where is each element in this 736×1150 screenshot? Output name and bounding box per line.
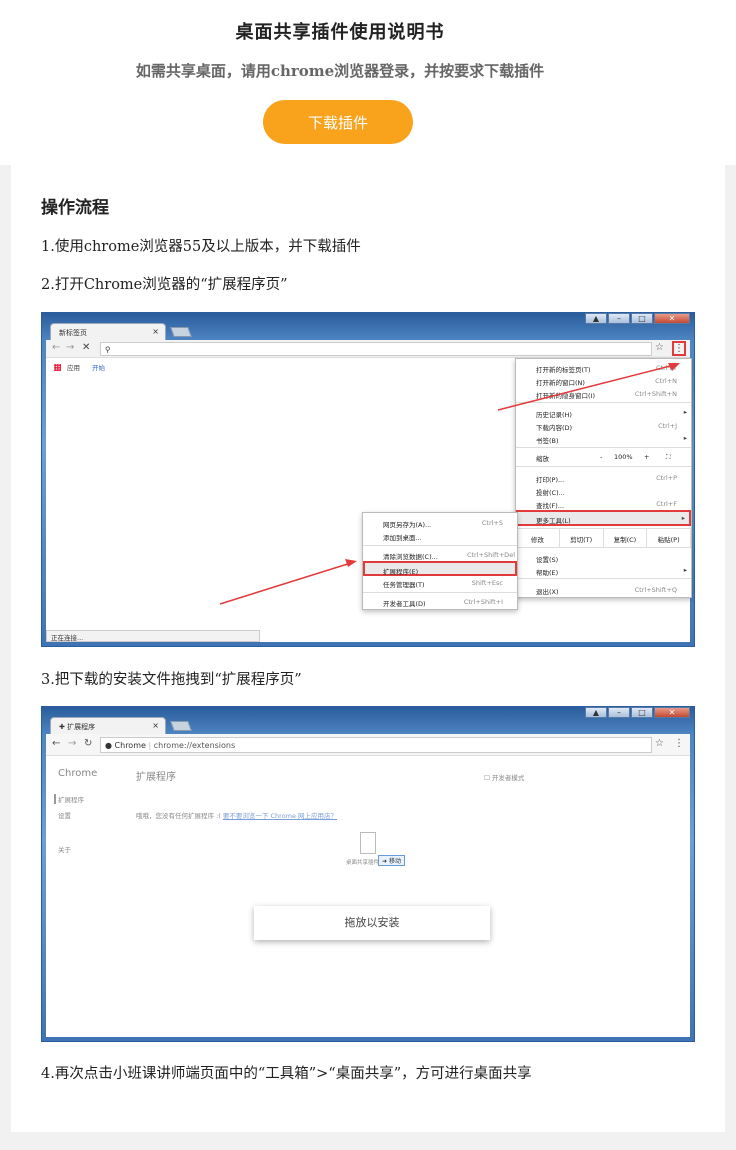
window-close-icon: ✕ bbox=[654, 313, 690, 324]
window-minimize-icon: – bbox=[608, 707, 630, 718]
arrow-head-menu bbox=[668, 363, 680, 371]
window-user-icon: ▲ bbox=[585, 313, 607, 324]
browser-tab-2: ✚ 扩展程序 × bbox=[50, 717, 166, 735]
dev-mode-toggle: ☐ 开发者模式 bbox=[484, 774, 525, 782]
ext-sidebar-title: Chrome bbox=[58, 768, 98, 779]
menu-kebab-icon: ⋮ bbox=[674, 738, 684, 749]
screenshot-extensions-menu: ▲ – □ ✕ 新标签页 × ← → ✕ ⚲ ☆ ⋮ 应用 开始 正在连接...… bbox=[41, 312, 695, 647]
header: 桌面共享插件使用说明书 如需共享桌面，请用chrome浏览器登录，并按要求下载插… bbox=[0, 0, 736, 165]
ext-sidebar-extensions: 扩展程序 bbox=[54, 794, 84, 804]
drop-to-install-box: 拖放以安装 bbox=[254, 906, 490, 940]
annotation-arrows bbox=[219, 363, 680, 605]
page-subtitle: 如需共享桌面，请用chrome浏览器登录，并按要求下载插件 bbox=[135, 62, 545, 80]
page-title: 桌面共享插件使用说明书 bbox=[235, 22, 445, 43]
window-user-icon: ▲ bbox=[585, 707, 607, 718]
reload-icon: ↻ bbox=[84, 738, 93, 749]
tab-close-icon: × bbox=[152, 721, 159, 730]
arrow-to-extensions bbox=[219, 561, 355, 605]
move-badge: ➜ 移动 bbox=[378, 855, 405, 866]
browser-window: ← → ✕ ⚲ ☆ ⋮ 应用 开始 正在连接... 打开新的标签页(T) Ctrl… bbox=[46, 340, 692, 642]
new-tab-icon bbox=[170, 721, 192, 731]
browser-window-2: ← → ↻ ● Chrome | chrome://extensions ☆ ⋮… bbox=[46, 734, 690, 1037]
file-label: 桌面共享插件 bbox=[346, 860, 380, 866]
step-3: 3.把下载的安装文件拖拽到“扩展程序页” bbox=[41, 672, 302, 688]
bookmark-star-icon: ☆ bbox=[655, 738, 664, 749]
forward-icon: → bbox=[68, 738, 77, 749]
tab-label-2: 扩展程序 bbox=[67, 723, 96, 731]
window-close-icon: ✕ bbox=[654, 707, 690, 718]
puzzle-icon: ✚ bbox=[59, 723, 65, 731]
back-icon: ← bbox=[52, 738, 61, 749]
download-plugin-button[interactable]: 下载插件 bbox=[263, 100, 413, 144]
browser-toolbar-2: ← → ↻ ● Chrome | chrome://extensions ☆ ⋮ bbox=[46, 734, 690, 756]
step-1: 1.使用chrome浏览器55及以上版本，并下载插件 bbox=[41, 239, 361, 255]
window-controls: ▲ – □ ✕ bbox=[585, 313, 690, 324]
address-bar: ● Chrome | chrome://extensions bbox=[100, 737, 652, 753]
ext-sidebar-about: 关于 bbox=[58, 846, 71, 854]
step-4: 4.再次点击小班课讲师端页面中的“工具箱”>“桌面共享”，方可进行桌面共享 bbox=[41, 1066, 532, 1082]
arrow-head-extensions bbox=[345, 559, 357, 567]
window-maximize-icon: □ bbox=[631, 707, 653, 718]
browser-tab: 新标签页 × bbox=[50, 323, 166, 341]
section-title: 操作流程 bbox=[41, 198, 109, 218]
ext-sidebar-settings: 设置 bbox=[58, 812, 71, 820]
chrome-page-icon: ● bbox=[105, 741, 112, 750]
ext-empty-message: 哦哦，您没有任何扩展程序 :( 要不要浏览一下 Chrome 网上应用店？ bbox=[136, 812, 338, 820]
tab-close-icon: × bbox=[152, 327, 159, 336]
window-maximize-icon: □ bbox=[631, 313, 653, 324]
screenshot-extensions-page: ▲ – □ ✕ ✚ 扩展程序 × ← → ↻ ● Chrome | chrome… bbox=[41, 706, 695, 1042]
arrow-to-menu bbox=[497, 363, 679, 411]
window-controls-2: ▲ – □ ✕ bbox=[585, 707, 690, 718]
instructions-card: 操作流程 1.使用chrome浏览器55及以上版本，并下载插件 2.打开Chro… bbox=[11, 165, 725, 1132]
ext-page-title: 扩展程序 bbox=[136, 772, 176, 783]
window-minimize-icon: – bbox=[608, 313, 630, 324]
new-tab-icon bbox=[170, 327, 192, 337]
tab-label: 新标签页 bbox=[59, 329, 87, 337]
file-icon bbox=[360, 832, 376, 854]
step-2: 2.打开Chrome浏览器的“扩展程序页” bbox=[41, 277, 288, 293]
